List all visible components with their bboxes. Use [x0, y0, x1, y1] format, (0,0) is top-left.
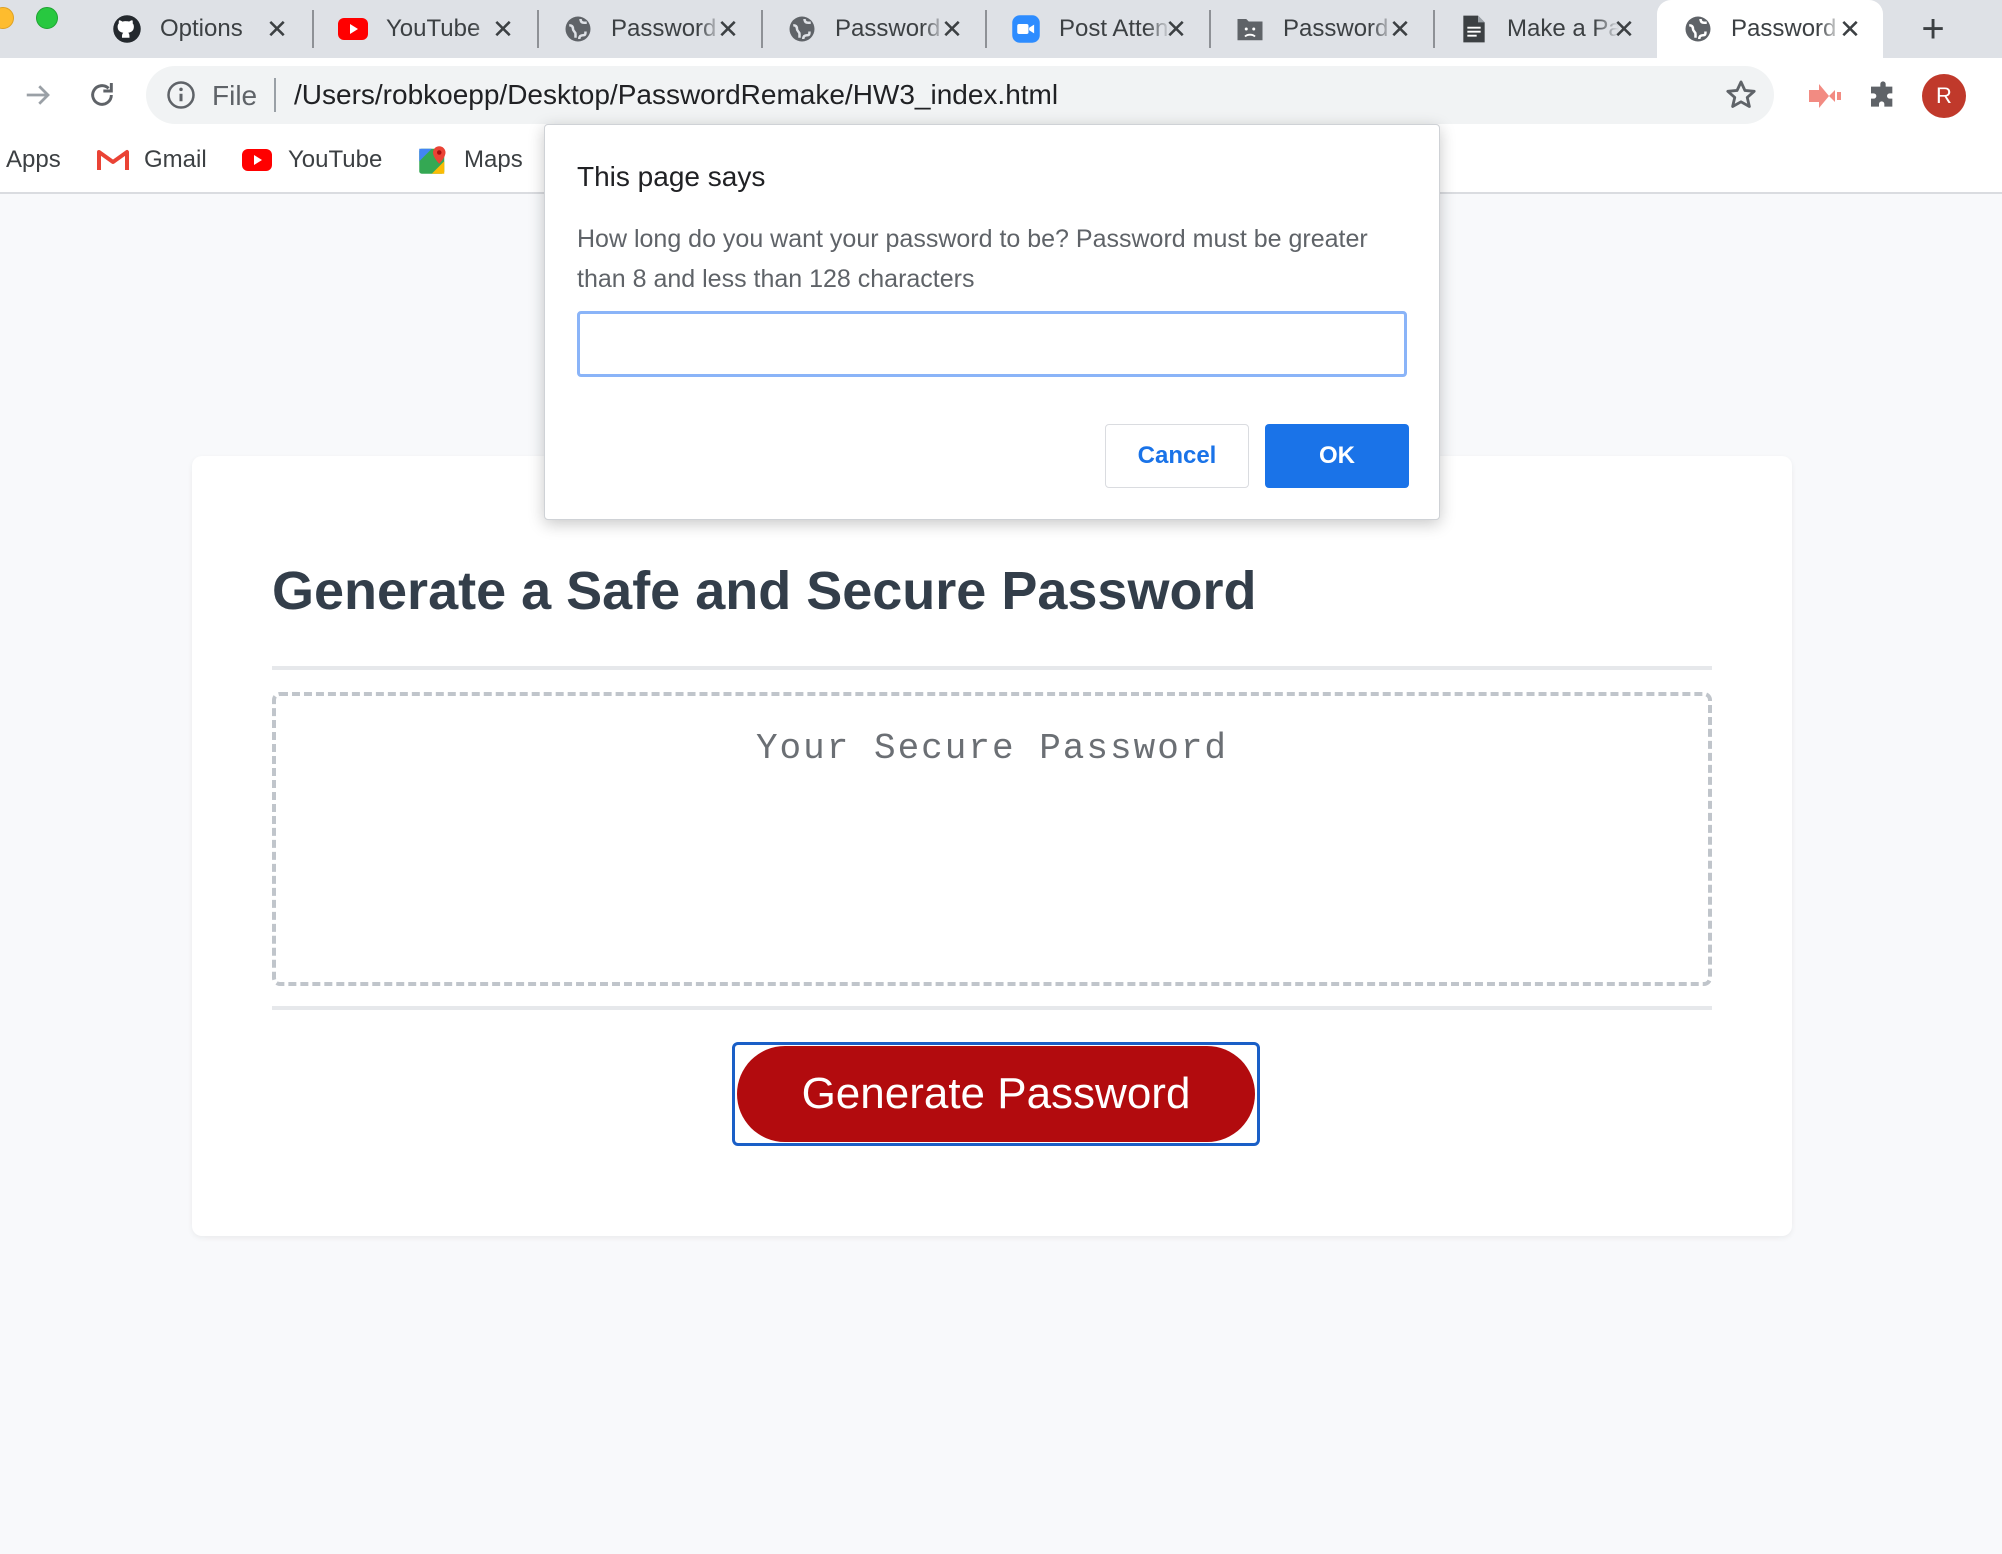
tab-title: Password [835, 15, 941, 42]
bookmark-apps[interactable]: Apps [6, 142, 61, 178]
new-tab-button[interactable]: + [1910, 6, 1956, 52]
bookmark-label: Apps [6, 146, 61, 173]
tab-title: Password [1283, 15, 1389, 42]
tab-make-a-password[interactable]: Make a Password ✕ [1433, 0, 1657, 58]
tab-title: Post Attendee [1059, 15, 1171, 42]
password-length-input[interactable] [577, 311, 1407, 377]
divider [272, 1006, 1712, 1010]
tab-title: Password [611, 15, 717, 42]
tab-password-1[interactable]: Password ✕ [537, 0, 761, 58]
reload-icon [91, 83, 113, 106]
tab-password-3[interactable]: Password ✕ [1209, 0, 1433, 58]
bookmark-label: Gmail [144, 146, 207, 173]
github-icon [112, 14, 142, 44]
tab-post-attendee[interactable]: Post Attendee ✕ [985, 0, 1209, 58]
profile-avatar[interactable]: R [1922, 74, 1966, 118]
dialog-message: How long do you want your password to be… [577, 225, 1368, 293]
close-icon[interactable]: ✕ [1609, 14, 1639, 44]
tab-title: Options [160, 15, 243, 42]
bookmark-star-icon [1726, 80, 1756, 108]
generate-password-button[interactable]: Generate Password [737, 1046, 1255, 1142]
youtube-icon [240, 143, 274, 177]
bookmark-label: Maps [464, 146, 523, 173]
globe-icon [787, 14, 817, 44]
gmail-icon [96, 143, 130, 177]
address-separator [274, 78, 276, 112]
browser-toolbar: File /Users/robkoepp/Desktop/PasswordRem… [0, 58, 2002, 132]
window-minimize-button[interactable] [0, 7, 14, 29]
ok-button[interactable]: OK [1265, 424, 1409, 488]
dialog-title: This page says [577, 161, 766, 192]
bookmark-youtube[interactable]: YouTube [240, 142, 382, 178]
bookmark-label: YouTube [288, 146, 383, 173]
document-icon [1459, 14, 1489, 44]
tab-password-active[interactable]: Password ✕ [1657, 0, 1883, 58]
url-text[interactable]: /Users/robkoepp/Desktop/PasswordRemake/H… [294, 79, 1058, 111]
close-icon[interactable]: ✕ [937, 14, 967, 44]
address-bar[interactable]: File /Users/robkoepp/Desktop/PasswordRem… [146, 66, 1774, 124]
close-icon[interactable]: ✕ [1835, 14, 1865, 44]
password-output-area[interactable]: Your Secure Password [272, 692, 1712, 986]
puzzle-icon [1871, 81, 1893, 107]
globe-icon [1683, 14, 1713, 44]
tab-options[interactable]: Options ✕ [86, 0, 310, 58]
extension-button[interactable] [1806, 77, 1844, 115]
cancel-button[interactable]: Cancel [1105, 424, 1249, 488]
password-card: Generate a Safe and Secure Password Your… [192, 456, 1792, 1236]
prompt-dialog: This page says How long do you want your… [544, 124, 1440, 520]
tab-password-2[interactable]: Password ✕ [761, 0, 985, 58]
page-title: Generate a Safe and Secure Password [272, 561, 1257, 621]
tab-title: Password [1731, 15, 1837, 42]
close-icon[interactable]: ✕ [488, 14, 518, 44]
globe-icon [563, 14, 593, 44]
forward-arrow-icon [26, 85, 50, 105]
tab-youtube[interactable]: YouTube ✕ [312, 0, 536, 58]
tab-strip: Options ✕ YouTube ✕ Password ✕ Password … [0, 0, 2002, 58]
info-icon [167, 81, 195, 109]
reload-button[interactable] [78, 71, 126, 119]
window-zoom-button[interactable] [36, 7, 58, 29]
password-placeholder: Your Secure Password [755, 728, 1229, 769]
forward-button[interactable] [14, 71, 62, 119]
close-icon[interactable]: ✕ [1161, 14, 1191, 44]
tab-title: Make a Password [1507, 15, 1619, 42]
scheme-label: File [212, 80, 258, 111]
zoom-icon [1011, 14, 1041, 44]
bookmark-maps[interactable]: Maps [416, 142, 523, 178]
tab-title: YouTube [386, 15, 481, 42]
divider [272, 666, 1712, 670]
youtube-icon [338, 14, 368, 44]
close-icon[interactable]: ✕ [262, 14, 292, 44]
maps-icon [416, 143, 450, 177]
extensions-menu-button[interactable] [1864, 77, 1902, 115]
bookmark-gmail[interactable]: Gmail [96, 142, 207, 178]
sad-folder-icon [1235, 14, 1265, 44]
close-icon[interactable]: ✕ [713, 14, 743, 44]
close-icon[interactable]: ✕ [1385, 14, 1415, 44]
extension-arrow-icon [1809, 84, 1841, 108]
